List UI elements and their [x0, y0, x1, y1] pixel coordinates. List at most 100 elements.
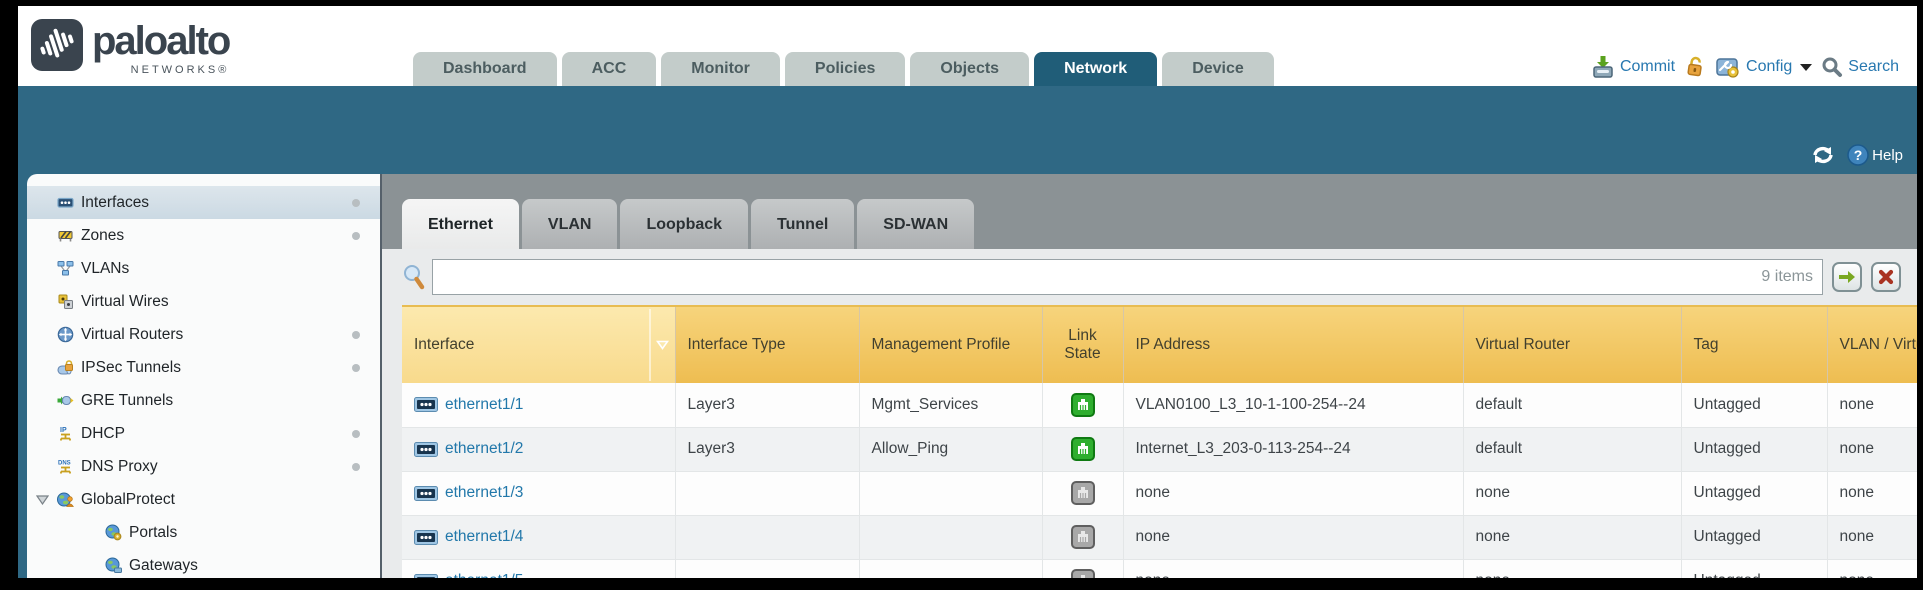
- column-menu-button[interactable]: [649, 309, 675, 381]
- tag-cell: Untagged: [1681, 383, 1827, 427]
- commit-button[interactable]: Commit: [1591, 55, 1675, 79]
- lock-icon[interactable]: [1684, 55, 1706, 79]
- content-body: 9 items: [382, 249, 1917, 578]
- sidebar-item-label: Virtual Wires: [81, 293, 169, 311]
- tab-sdwan[interactable]: SD-WAN: [857, 199, 974, 249]
- link-state-down-icon: [1071, 569, 1095, 578]
- management-profile-cell: [859, 559, 1042, 578]
- filter-toolbar: 9 items: [402, 258, 1901, 296]
- sidebar-item-gateways[interactable]: Gateways: [27, 549, 380, 578]
- column-header-interface[interactable]: Interface: [402, 306, 675, 383]
- paloalto-logo: paloalto NETWORKS®: [30, 18, 229, 76]
- tab-tunnel[interactable]: Tunnel: [751, 199, 854, 249]
- content-panel: Ethernet VLAN Loopback Tunnel SD-WAN 9 i…: [380, 174, 1917, 578]
- table-row: ethernet1/4: [402, 515, 1917, 559]
- sort-triangle-icon: [656, 340, 669, 350]
- sidebar-item-dns-proxy[interactable]: DNS DNS Proxy: [27, 450, 380, 483]
- tab-objects[interactable]: Objects: [910, 52, 1029, 86]
- ip-address-cell: none: [1123, 559, 1463, 578]
- sidebar-item-virtual-wires[interactable]: Virtual Wires: [27, 285, 380, 318]
- tab-monitor[interactable]: Monitor: [661, 52, 780, 86]
- sidebar-item-zones[interactable]: Zones: [27, 219, 380, 252]
- svg-text:DNS: DNS: [58, 461, 71, 467]
- table-row: ethernet1/1 Layer3 Mgmt_Services: [402, 383, 1917, 427]
- virtual-routers-icon: [57, 326, 74, 343]
- help-icon: ?: [1847, 144, 1869, 166]
- sidebar-item-interfaces[interactable]: Interfaces: [27, 186, 380, 219]
- column-header-tag[interactable]: Tag: [1681, 306, 1827, 383]
- interface-type-cell: Layer3: [675, 427, 859, 471]
- virtual-wires-icon: [57, 293, 74, 310]
- vlan-cell: none: [1827, 427, 1917, 471]
- item-dot: [352, 331, 360, 339]
- tag-cell: Untagged: [1681, 515, 1827, 559]
- sidebar-item-ipsec-tunnels[interactable]: IPSec Tunnels: [27, 351, 380, 384]
- interface-link[interactable]: ethernet1/2: [445, 440, 523, 458]
- tab-acc[interactable]: ACC: [562, 52, 657, 86]
- sidebar-item-gre-tunnels[interactable]: GRE Tunnels: [27, 384, 380, 417]
- sidebar-item-label: GRE Tunnels: [81, 392, 173, 410]
- item-dot: [352, 364, 360, 372]
- items-count: 9 items: [1761, 268, 1813, 286]
- tab-ethernet[interactable]: Ethernet: [402, 199, 519, 249]
- tab-loopback[interactable]: Loopback: [620, 199, 748, 249]
- sidebar-item-dhcp[interactable]: IP DHCP: [27, 417, 380, 450]
- search-button[interactable]: Search: [1821, 56, 1899, 78]
- column-header-link-state[interactable]: Link State: [1042, 306, 1123, 383]
- gre-tunnels-icon: [57, 392, 74, 409]
- interface-link[interactable]: ethernet1/3: [445, 484, 523, 502]
- column-header-interface-type[interactable]: Interface Type: [675, 306, 859, 383]
- sidebar-item-virtual-routers[interactable]: Virtual Routers: [27, 318, 380, 351]
- sidebar-item-globalprotect[interactable]: GlobalProtect: [27, 483, 380, 516]
- virtual-router-cell: default: [1463, 383, 1681, 427]
- table-row: ethernet1/3: [402, 471, 1917, 515]
- management-profile-cell: [859, 471, 1042, 515]
- ip-address-cell: none: [1123, 515, 1463, 559]
- tab-vlan[interactable]: VLAN: [522, 199, 618, 249]
- interfaces-icon: [57, 194, 74, 211]
- chevron-down-icon: [1800, 64, 1812, 71]
- red-x-icon: [1878, 269, 1894, 285]
- vlans-icon: [57, 260, 74, 277]
- column-header-virtual-router[interactable]: Virtual Router: [1463, 306, 1681, 383]
- item-dot: [352, 199, 360, 207]
- top-bar: paloalto NETWORKS® Dashboard ACC Monitor…: [18, 6, 1917, 86]
- interface-link[interactable]: ethernet1/1: [445, 396, 523, 414]
- sidebar-item-portals[interactable]: Portals: [27, 516, 380, 549]
- utility-bar: Commit Config: [1591, 55, 1899, 79]
- config-menu[interactable]: Config: [1715, 55, 1812, 79]
- clear-filter-button[interactable]: [1871, 262, 1901, 292]
- interface-type-cell: [675, 515, 859, 559]
- ipsec-tunnels-icon: [57, 359, 74, 376]
- sidebar-item-label: Interfaces: [81, 194, 149, 212]
- tag-cell: Untagged: [1681, 471, 1827, 515]
- refresh-icon[interactable]: [1811, 144, 1835, 166]
- search-label: Search: [1848, 58, 1899, 76]
- tab-device[interactable]: Device: [1162, 52, 1274, 86]
- item-dot: [352, 430, 360, 438]
- column-header-ip-address[interactable]: IP Address: [1123, 306, 1463, 383]
- column-header-vlan-virtual-wire[interactable]: VLAN / Virtual Wire: [1827, 306, 1917, 383]
- sidebar-item-label: IPSec Tunnels: [81, 359, 181, 377]
- vlan-cell: none: [1827, 559, 1917, 578]
- sidebar-item-label: Gateways: [129, 557, 198, 575]
- interface-link[interactable]: ethernet1/5: [445, 572, 523, 578]
- expander-triangle-icon[interactable]: [36, 495, 49, 505]
- interface-link[interactable]: ethernet1/4: [445, 528, 523, 546]
- tab-policies[interactable]: Policies: [785, 52, 905, 86]
- management-profile-cell: Allow_Ping: [859, 427, 1042, 471]
- interface-icon: [414, 397, 438, 412]
- apply-filter-button[interactable]: [1832, 262, 1862, 292]
- filter-input[interactable]: [432, 259, 1823, 295]
- help-button[interactable]: ? Help: [1847, 144, 1903, 166]
- ip-address-cell: none: [1123, 471, 1463, 515]
- tab-dashboard[interactable]: Dashboard: [413, 52, 557, 86]
- sidebar-item-vlans[interactable]: VLANs: [27, 252, 380, 285]
- tab-network[interactable]: Network: [1034, 52, 1157, 86]
- interface-icon: [414, 442, 438, 457]
- sidebar-item-label: Virtual Routers: [81, 326, 183, 344]
- sidebar-item-label: Zones: [81, 227, 124, 245]
- item-dot: [352, 232, 360, 240]
- link-state-down-icon: [1071, 525, 1095, 549]
- column-header-management-profile[interactable]: Management Profile: [859, 306, 1042, 383]
